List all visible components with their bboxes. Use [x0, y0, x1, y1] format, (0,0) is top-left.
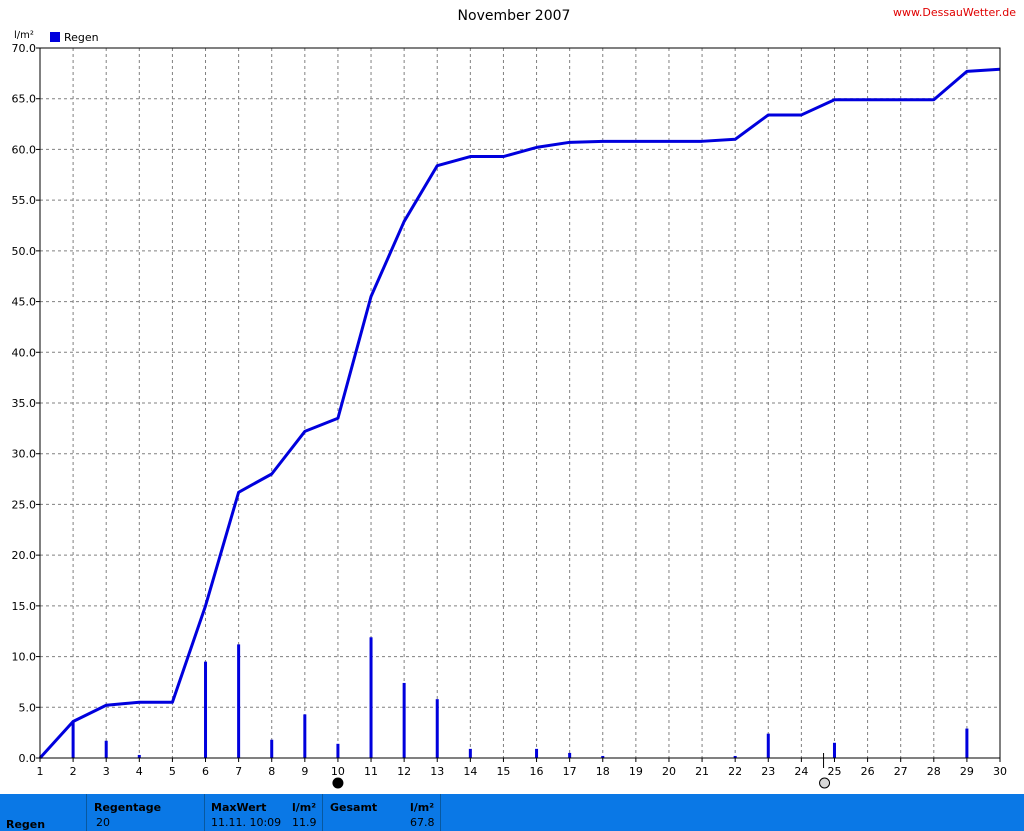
x-tick-label: 18 [596, 765, 610, 778]
x-tick-label: 17 [563, 765, 577, 778]
legend-swatch [50, 32, 60, 42]
regentage-cell: Regentage 20 [86, 794, 205, 831]
x-tick-label: 10 [331, 765, 345, 778]
y-tick-label: 40.0 [12, 346, 37, 359]
x-tick-label: 2 [70, 765, 77, 778]
rain-bar [104, 740, 108, 758]
rain-bar [204, 661, 208, 758]
x-tick-label: 3 [103, 765, 110, 778]
y-tick-label: 5.0 [19, 701, 37, 714]
y-tick-label: 10.0 [12, 651, 37, 664]
y-tick-label: 25.0 [12, 498, 37, 511]
y-tick-label: 30.0 [12, 448, 37, 461]
rain-chart: November 2007 www.DessauWetter.de l/m² R… [12, 6, 1016, 789]
y-axis-unit: l/m² [14, 30, 34, 41]
y-tick-label: 15.0 [12, 600, 37, 613]
y-tick-label: 70.0 [12, 42, 37, 55]
x-tick-label: 21 [695, 765, 709, 778]
rain-bar [369, 637, 373, 758]
rain-bar [766, 733, 770, 758]
source-link[interactable]: www.DessauWetter.de [893, 6, 1016, 19]
legend-label: Regen [64, 31, 99, 44]
x-tick-label: 13 [430, 765, 444, 778]
rain-bars [71, 637, 969, 758]
y-tick-label: 55.0 [12, 194, 37, 207]
maxwert-unit: l/m² [292, 801, 317, 814]
y-tick-label: 65.0 [12, 93, 37, 106]
summary-row-label: Regen [6, 818, 46, 831]
cumulative-line [38, 67, 1001, 760]
x-tick-label: 16 [530, 765, 544, 778]
x-tick-label: 23 [761, 765, 775, 778]
x-tick-label: 26 [861, 765, 875, 778]
x-tick-label: 25 [827, 765, 841, 778]
rain-bar [237, 644, 241, 758]
rain-bar [568, 752, 572, 758]
gesamt-value: 67.8 [410, 816, 435, 829]
y-tick-label: 50.0 [12, 245, 37, 258]
rain-bar [71, 721, 75, 758]
rain-bar [832, 742, 836, 758]
x-tick-label: 19 [629, 765, 643, 778]
x-tick-label: 15 [496, 765, 510, 778]
full-moon-icon [819, 777, 831, 789]
x-tick-label: 1 [37, 765, 44, 778]
y-tick-label: 35.0 [12, 397, 37, 410]
y-tick-label: 60.0 [12, 143, 37, 156]
x-tick-label: 8 [268, 765, 275, 778]
y-ticks: 0.0 5.0 10.0 15.0 20.0 25.0 30.0 35.0 40.0 45.0 50… [12, 42, 40, 765]
gesamt-unit: l/m² [410, 801, 435, 814]
maxwert-value: 11.9 [292, 816, 317, 829]
maxwert-cell: MaxWert l/m² 11.11. 10:09 11.9 [204, 794, 323, 831]
rain-bar [468, 748, 472, 758]
y-tick-label: 45.0 [12, 296, 37, 309]
x-tick-label: 27 [894, 765, 908, 778]
rain-bar [965, 728, 969, 758]
regentage-value: 20 [96, 816, 110, 829]
rain-bar [435, 699, 439, 758]
gesamt-cell: Gesamt l/m² 67.8 [322, 794, 441, 831]
summary-bar: Regen Regentage 20 MaxWert l/m² 11.11. 1… [0, 794, 1024, 831]
rain-bar [402, 682, 406, 758]
maxwert-header: MaxWert [211, 801, 267, 814]
y-tick-label: 0.0 [19, 752, 37, 765]
x-tick-label: 24 [794, 765, 808, 778]
x-tick-label: 20 [662, 765, 676, 778]
gesamt-header: Gesamt [330, 801, 378, 814]
x-tick-label: 7 [235, 765, 242, 778]
summary-label-cell: Regen [0, 794, 87, 831]
rain-bar [535, 748, 539, 758]
new-moon-icon [332, 777, 344, 789]
x-tick-label: 22 [728, 765, 742, 778]
x-tick-label: 11 [364, 765, 378, 778]
x-tick-label: 29 [960, 765, 974, 778]
x-tick-label: 12 [397, 765, 411, 778]
rain-bar [336, 743, 340, 758]
x-tick-label: 5 [169, 765, 176, 778]
x-ticks: 1 2 3 4 5 6 7 8 9 10 11 12 13 14 15 16 17 18 19 20 21 22 23 24 2… [37, 758, 1007, 778]
regentage-header: Regentage [94, 801, 162, 814]
x-tick-label: 28 [927, 765, 941, 778]
chart-title: November 2007 [458, 8, 571, 24]
grid [39, 47, 1001, 759]
rain-bar [303, 714, 307, 758]
x-tick-label: 6 [202, 765, 209, 778]
maxwert-date: 11.11. 10:09 [211, 816, 282, 829]
y-tick-label: 20.0 [12, 549, 37, 562]
cumulative-rain-line [38, 67, 1001, 760]
x-tick-label: 14 [463, 765, 477, 778]
x-tick-label: 9 [301, 765, 308, 778]
x-tick-label: 30 [993, 765, 1007, 778]
x-tick-label: 4 [136, 765, 143, 778]
rain-bar [270, 739, 274, 758]
